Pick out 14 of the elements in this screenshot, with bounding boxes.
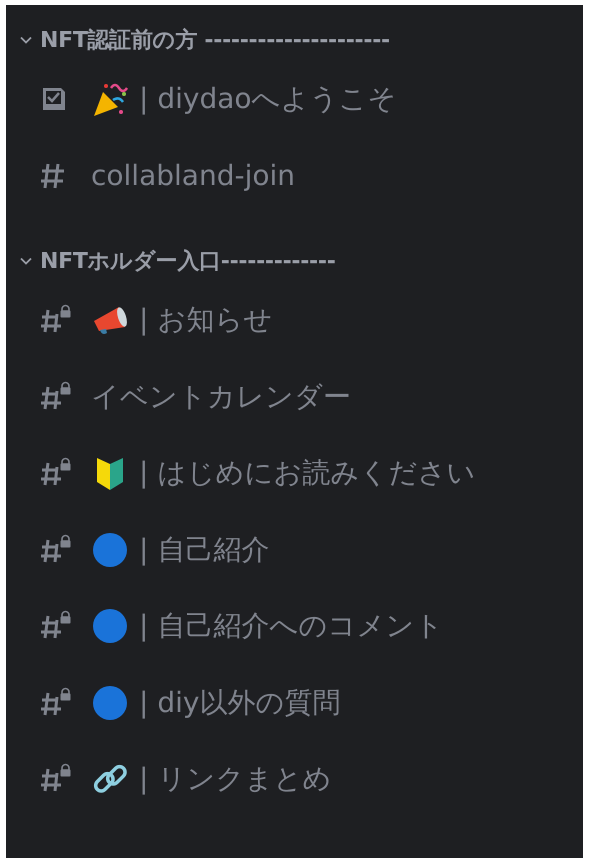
circle-icon (91, 684, 129, 722)
channel-name[interactable]: | リンクまとめ (139, 760, 332, 798)
category-title[interactable]: NFTホルダー入口------------- (40, 246, 336, 276)
channel-name[interactable]: | diydaoへようこそ (139, 80, 397, 118)
channel-name[interactable]: イベントカレンダー (91, 378, 351, 416)
channel-name[interactable]: | diy以外の質問 (139, 684, 340, 722)
circle-icon (91, 530, 129, 569)
category-title[interactable]: NFT認証前の方 --------------------- (40, 25, 390, 55)
channel-name[interactable]: | 自己紹介 (139, 530, 270, 569)
circle-icon (91, 607, 129, 646)
channel-name[interactable]: | 自己紹介へのコメント (139, 607, 444, 646)
channel-name[interactable]: | はじめにお読みください (139, 454, 476, 492)
channel-name[interactable]: collabland-join (91, 159, 296, 192)
channel-name[interactable]: | お知らせ (139, 301, 272, 340)
